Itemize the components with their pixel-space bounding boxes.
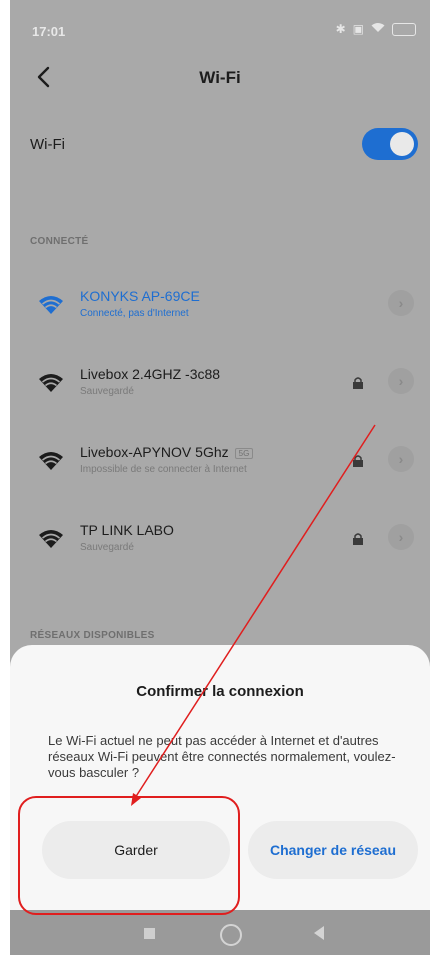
network-row-tplink[interactable]: TP LINK LABO Sauvegardé ›: [10, 514, 430, 576]
network-row-livebox-24[interactable]: Livebox 2.4GHZ -3c88 Sauvegardé ›: [10, 358, 430, 420]
network-row-livebox-5g[interactable]: Livebox-APYNOV 5Ghz 5G Impossible de se c…: [10, 436, 430, 498]
section-header-connected: CONNECTÉ: [30, 236, 89, 247]
dialog-title: Confirmer la connexion: [136, 683, 304, 700]
status-time: 17:01: [32, 24, 66, 39]
network-status: Impossible de se connecter à Internet: [80, 464, 247, 475]
home-icon[interactable]: [220, 924, 242, 946]
chevron-right-icon: ›: [398, 295, 404, 311]
network-details-button[interactable]: ›: [388, 446, 414, 472]
toggle-knob: [390, 132, 414, 156]
lock-icon: [353, 455, 363, 467]
lock-icon: [353, 533, 363, 545]
network-name-text: Livebox-APYNOV 5Ghz: [80, 444, 229, 460]
wifi-toggle-switch[interactable]: [362, 128, 418, 160]
screen-icon: ▣: [352, 22, 364, 36]
status-bar: 17:01 ✱ ▣: [10, 0, 430, 56]
dialog-message: Le Wi-Fi actuel ne peut pas accéder à In…: [48, 733, 396, 780]
recents-icon[interactable]: [144, 928, 155, 939]
bluetooth-icon: ✱: [335, 22, 346, 36]
wifi-toggle-label: Wi-Fi: [30, 136, 65, 153]
network-status: Connecté, pas d'Internet: [80, 308, 189, 319]
network-details-button[interactable]: ›: [388, 368, 414, 394]
page-title: Wi-Fi: [199, 68, 241, 87]
network-name: KONYKS AP-69CE: [80, 288, 200, 304]
network-details-button[interactable]: ›: [388, 290, 414, 316]
network-row-konyks[interactable]: KONYKS AP-69CE Connecté, pas d'Internet …: [10, 280, 430, 342]
back-triangle-icon[interactable]: [314, 926, 324, 940]
network-status: Sauvegardé: [80, 386, 134, 397]
section-header-available: RÉSEAUX DISPONIBLES: [30, 630, 155, 641]
network-details-button[interactable]: ›: [388, 524, 414, 550]
battery-icon: [392, 22, 416, 36]
header: Wi-Fi: [10, 58, 430, 98]
5g-badge: 5G: [234, 447, 254, 459]
chevron-right-icon: ›: [398, 529, 404, 545]
navigation-bar: [10, 910, 430, 955]
network-status: Sauvegardé: [80, 542, 134, 553]
wifi-signal-icon: [39, 452, 63, 470]
chevron-right-icon: ›: [398, 373, 404, 389]
wifi-signal-icon: [39, 374, 63, 392]
network-name: Livebox 2.4GHZ -3c88: [80, 366, 221, 382]
status-icons: ✱ ▣: [336, 22, 416, 36]
wifi-signal-icon: [39, 296, 63, 314]
network-name: TP LINK LABO: [80, 522, 174, 538]
annotation-highlight-box: [18, 796, 240, 915]
network-name: Livebox-APYNOV 5Ghz 5G: [80, 444, 254, 460]
wifi-signal-icon: [39, 530, 63, 548]
chevron-right-icon: ›: [398, 451, 404, 467]
wifi-status-icon: [371, 22, 385, 36]
change-network-button[interactable]: Changer de réseau: [248, 821, 418, 879]
wifi-toggle-row[interactable]: Wi-Fi: [10, 118, 430, 168]
lock-icon: [353, 377, 363, 389]
